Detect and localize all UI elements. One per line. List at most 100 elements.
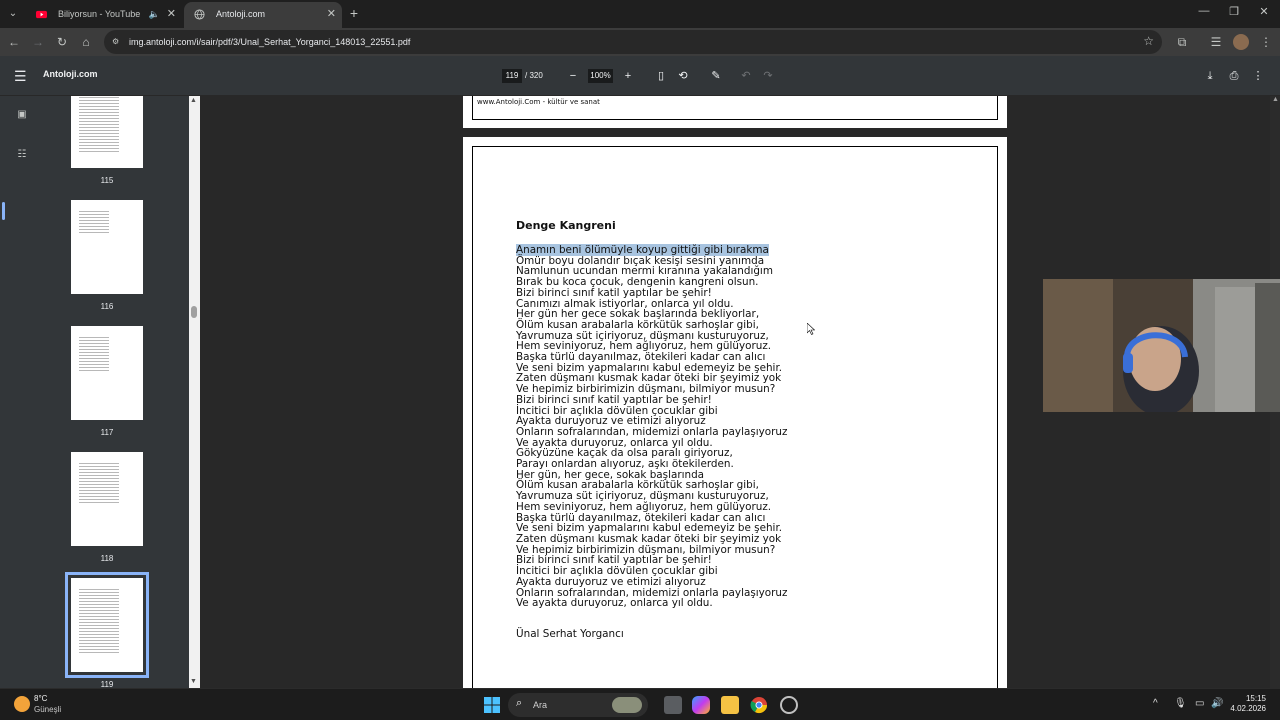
thumbnail-page-selected[interactable] <box>65 572 149 678</box>
thumbnail-label: 116 <box>100 302 114 311</box>
globe-icon <box>194 9 205 20</box>
redo-icon[interactable]: ↷ <box>761 69 775 83</box>
weather-temperature[interactable]: 8°C <box>34 694 47 703</box>
task-view-icon[interactable] <box>664 696 682 714</box>
fit-page-icon[interactable]: ▯ <box>654 69 668 83</box>
thumbnail-page[interactable] <box>71 200 143 294</box>
tab-strip: ⌄ Biliyorsun - YouTube 🔈 ✕ Antoloji.com … <box>0 0 1280 28</box>
thumbnail-content <box>79 96 119 153</box>
poem-line: Ve ayakta duruyoruz, onlarca yıl oldu. <box>516 597 713 610</box>
tab-search-icon[interactable]: ⌄ <box>4 5 22 23</box>
scroll-up-icon[interactable]: ▲ <box>190 97 197 104</box>
forward-icon[interactable]: → <box>30 34 46 50</box>
kebab-menu-icon[interactable]: ⋮ <box>1258 34 1274 50</box>
thumbnail-page[interactable] <box>71 452 143 546</box>
scrollbar-thumb[interactable] <box>191 306 197 318</box>
page-number-input[interactable]: 119 <box>502 69 522 83</box>
address-bar[interactable]: ⚙ img.antoloji.com/i/sair/pdf/3/Unal_Ser… <box>104 30 1162 54</box>
poem-line: Hem seviniyoruz, hem ağlıyoruz, hem gülü… <box>516 500 772 513</box>
undo-icon[interactable]: ↶ <box>739 69 753 83</box>
close-window-icon[interactable]: ✕ <box>1254 5 1274 18</box>
outline-icon[interactable]: ☷ <box>16 149 28 161</box>
recording-app-icon[interactable] <box>780 696 798 714</box>
rotate-icon[interactable]: ⟲ <box>676 69 690 83</box>
thumbnail-page[interactable] <box>71 326 143 420</box>
download-icon[interactable]: ⤓ <box>1203 69 1217 83</box>
sidebar-rail: ▣ ☷ <box>0 96 45 688</box>
avatar[interactable] <box>1233 34 1249 50</box>
reading-list-icon[interactable]: ☰ <box>1208 34 1224 50</box>
taskbar-search[interactable]: ⌕ Ara <box>508 693 648 717</box>
page-frame: www.Antoloji.Com - kültür ve sanat <box>472 96 998 120</box>
home-icon[interactable]: ⌂ <box>78 34 94 50</box>
page-footer: www.Antoloji.Com - kültür ve sanat <box>477 98 600 106</box>
reload-icon[interactable]: ↻ <box>54 34 70 50</box>
pdf-page: Denge Kangreni Anamın beni ölümüyle koyu… <box>463 137 1007 688</box>
tab-title: Biliyorsun - YouTube <box>58 9 141 19</box>
restore-icon[interactable]: ❐ <box>1224 5 1244 18</box>
copilot-icon[interactable] <box>692 696 710 714</box>
zoom-input[interactable]: 100% <box>588 69 613 83</box>
tab-antoloji[interactable]: Antoloji.com ✕ <box>184 2 342 28</box>
weather-sun-icon[interactable] <box>14 696 30 712</box>
thumbnail-label: 117 <box>100 428 114 437</box>
thumbnail-label: 119 <box>100 680 114 688</box>
tray-overflow-icon[interactable]: ^ <box>1153 698 1158 709</box>
thumbnail-content <box>79 335 109 371</box>
close-tab-icon[interactable]: ✕ <box>167 2 176 26</box>
page-total: / 320 <box>525 71 543 80</box>
thumbnail-content <box>79 209 109 235</box>
rail-selection-indicator <box>2 202 5 220</box>
system-clock[interactable]: 15:15 4.02.2026 <box>1230 694 1266 714</box>
file-explorer-icon[interactable] <box>721 696 739 714</box>
thumbnail-scrollbar[interactable]: ▲ ▼ <box>189 96 200 688</box>
sidebar-menu-icon[interactable]: ☰ <box>14 68 27 85</box>
poem-title: Denge Kangreni <box>516 219 616 232</box>
zoom-in-icon[interactable]: + <box>621 69 635 83</box>
webcam-feed <box>1043 279 1280 412</box>
clock-time: 15:15 <box>1245 694 1266 703</box>
microphone-icon[interactable]: 🎙 <box>1174 698 1187 709</box>
thumbnail-page[interactable] <box>71 96 143 168</box>
bookmark-star-icon[interactable]: ☆ <box>1143 34 1154 48</box>
poem-line: Ayakta duruyoruz ve etimizi alıyoruz <box>516 575 706 588</box>
weather-condition[interactable]: Güneşli <box>34 705 61 714</box>
search-placeholder: Ara <box>533 700 548 710</box>
scroll-down-icon[interactable]: ▼ <box>190 678 197 685</box>
thumbnail-content <box>79 461 119 505</box>
network-icon[interactable]: ▭ <box>1195 698 1204 709</box>
thumbnail-content <box>79 587 119 655</box>
tab-title: Antoloji.com <box>216 9 266 19</box>
browser-toolbar: ← → ↻ ⌂ ⚙ img.antoloji.com/i/sair/pdf/3/… <box>0 28 1280 56</box>
windows-start-icon[interactable] <box>483 696 501 714</box>
scroll-up-icon[interactable]: ▲ <box>1272 96 1279 103</box>
url-text[interactable]: img.antoloji.com/i/sair/pdf/3/Unal_Serha… <box>129 30 410 54</box>
more-options-icon[interactable]: ⋮ <box>1251 69 1265 83</box>
poem-line: Bizi birinci sınıf katil yaptılar be şeh… <box>516 286 712 299</box>
search-icon: ⌕ <box>516 697 523 709</box>
thumbnail-label: 118 <box>100 554 114 563</box>
site-info-icon[interactable]: ⚙ <box>112 37 122 47</box>
mouse-cursor-icon <box>807 323 815 335</box>
chrome-icon[interactable] <box>750 696 768 714</box>
volume-icon[interactable]: 🔊 <box>1211 698 1223 709</box>
new-tab-button[interactable]: + <box>346 5 362 21</box>
poem-body[interactable]: Anamın beni ölümüyle koyup gittiği gibi … <box>516 244 956 610</box>
pdf-page-previous: www.Antoloji.Com - kültür ve sanat <box>463 96 1007 128</box>
annotate-icon[interactable]: ✎ <box>709 69 723 83</box>
thumbnail-label: 115 <box>100 176 114 185</box>
tab-youtube[interactable]: Biliyorsun - YouTube 🔈 ✕ <box>26 2 182 28</box>
print-icon[interactable]: ⎙ <box>1227 69 1241 83</box>
minimize-icon[interactable]: — <box>1194 5 1214 17</box>
close-tab-icon[interactable]: ✕ <box>327 2 336 26</box>
thumbnails-icon[interactable]: ▣ <box>16 109 28 121</box>
taskbar: 8°C Güneşli ⌕ Ara ^ 🎙 ▭ 🔊 15:15 4.02.202… <box>0 688 1280 720</box>
zoom-out-icon[interactable]: − <box>566 69 580 83</box>
extensions-icon[interactable]: ⧉ <box>1174 34 1190 50</box>
clock-date: 4.02.2026 <box>1230 704 1266 713</box>
pdf-toolbar: ☰ Antoloji.com 119 / 320 − 100% + ▯ ⟲ ✎ … <box>0 56 1280 96</box>
back-icon[interactable]: ← <box>6 34 22 50</box>
youtube-icon <box>36 10 47 19</box>
poem-line: Bizi birinci sınıf katil yaptılar be şeh… <box>516 393 712 406</box>
speaker-icon[interactable]: 🔈 <box>149 2 160 26</box>
